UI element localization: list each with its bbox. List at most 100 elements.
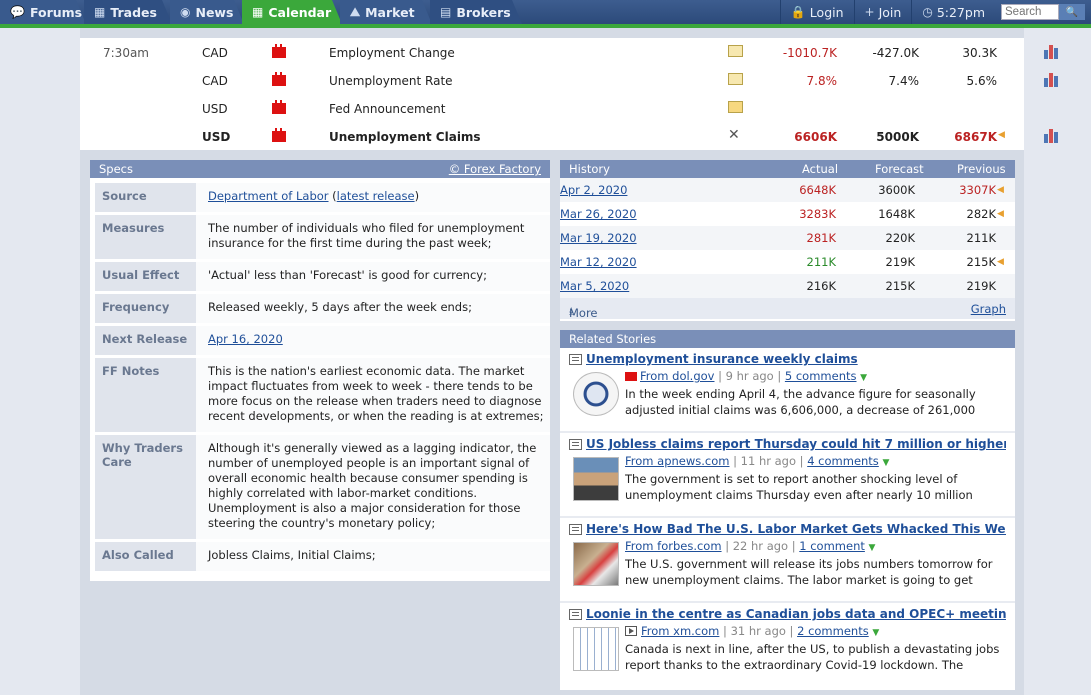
tab-trades[interactable]: ▦ Trades <box>84 0 172 24</box>
event-row[interactable]: CAD Unemployment Rate 7.8% 7.4% 5.6% <box>80 66 1058 94</box>
history-previous: 219K <box>966 279 997 293</box>
spec-label: Measures <box>95 215 196 259</box>
tab-calendar[interactable]: ▦ Calendar <box>242 0 342 24</box>
history-date-link[interactable]: Mar 5, 2020 <box>560 279 629 293</box>
spec-value: The number of individuals who filed for … <box>196 215 550 259</box>
story-title-link[interactable]: Here's How Bad The U.S. Labor Market Get… <box>586 522 1006 536</box>
history-forecast: 215K <box>885 279 916 293</box>
more-label: More <box>569 306 598 320</box>
next-release-link[interactable]: Apr 16, 2020 <box>208 332 283 346</box>
story-title-link[interactable]: US Jobless claims report Thursday could … <box>586 437 1006 451</box>
join-link[interactable]: + Join <box>853 0 912 24</box>
add-user-icon: + <box>864 5 875 19</box>
event-forecast: 5000K <box>876 130 919 144</box>
history-actual: 281K <box>806 231 837 245</box>
history-actual: 216K <box>806 279 837 293</box>
story-thumbnail[interactable] <box>573 542 619 586</box>
comment-expand-icon[interactable]: ▼ <box>872 628 879 638</box>
specs-panel: Specs © Forex Factory Source Department … <box>90 160 550 581</box>
comment-expand-icon[interactable]: ▼ <box>860 373 867 383</box>
article-icon <box>569 354 582 365</box>
story-item: US Jobless claims report Thursday could … <box>560 433 1015 518</box>
history-previous: 211K <box>966 231 997 245</box>
spec-row: Why Traders Care Although it's generally… <box>95 435 550 542</box>
event-previous: 6867K <box>954 130 997 144</box>
search-button[interactable]: 🔍 <box>1059 4 1085 20</box>
chart-icon[interactable] <box>1044 45 1060 59</box>
story-source-link[interactable]: From forbes.com <box>625 539 722 553</box>
article-icon <box>569 609 582 620</box>
spec-label: Next Release <box>95 326 196 355</box>
story-comments-link[interactable]: 1 comment <box>799 539 865 553</box>
chart-icon[interactable] <box>1044 129 1060 143</box>
login-label: Login <box>809 4 844 20</box>
event-row-selected[interactable]: USD Unemployment Claims ✕ 6606K 5000K 68… <box>80 122 1058 150</box>
event-row[interactable]: 7:30am CAD Employment Change -1010.7K -4… <box>80 38 1058 66</box>
history-date-link[interactable]: Mar 19, 2020 <box>560 231 637 245</box>
forums-icon: 💬 <box>10 5 25 19</box>
history-forecast: 3600K <box>878 183 915 197</box>
event-name: Unemployment Rate <box>329 74 453 88</box>
event-previous: 30.3K <box>962 46 997 60</box>
calendar-icon: ▦ <box>252 5 264 19</box>
col-forecast: Forecast <box>875 162 924 176</box>
lock-icon: 🔒 <box>790 5 806 19</box>
specs-header: Specs © Forex Factory <box>90 160 550 178</box>
spec-row: Also Called Jobless Claims, Initial Clai… <box>95 542 550 574</box>
tab-brokers[interactable]: ▤ Brokers <box>430 0 522 24</box>
story-source-link[interactable]: From xm.com <box>641 624 719 638</box>
event-row[interactable]: USD Fed Announcement <box>80 94 1024 122</box>
revised-arrow-icon: ◀ <box>997 185 1004 195</box>
col-previous: Previous <box>957 162 1006 176</box>
story-comments-link[interactable]: 2 comments <box>797 624 869 638</box>
story-title-link[interactable]: Loonie in the centre as Canadian jobs da… <box>586 607 1006 621</box>
chart-icon[interactable] <box>1044 73 1060 87</box>
clock-icon: ◷ <box>922 5 933 19</box>
story-thumbnail[interactable] <box>573 627 619 671</box>
forex-factory-link[interactable]: © Forex Factory <box>449 162 541 176</box>
impact-high-icon <box>625 372 637 381</box>
history-forecast: 220K <box>885 231 916 245</box>
story-age: 31 hr ago <box>730 624 786 638</box>
history-title: History <box>569 162 610 176</box>
market-icon: ⛰ <box>350 4 361 19</box>
story-comments-link[interactable]: 4 comments <box>807 454 879 468</box>
spec-value: Department of Labor (latest release) <box>196 183 550 212</box>
history-date-link[interactable]: Mar 12, 2020 <box>560 255 637 269</box>
related-title: Related Stories <box>569 332 657 346</box>
tab-forums[interactable]: 💬 Forums <box>0 0 86 24</box>
story-comments-link[interactable]: 5 comments <box>785 369 857 383</box>
story-source-link[interactable]: From dol.gov <box>640 369 714 383</box>
history-panel: History Actual Forecast Previous Apr 2, … <box>560 160 1015 321</box>
story-thumbnail[interactable] <box>573 457 619 501</box>
clock-display[interactable]: ◷ 5:27pm <box>911 0 995 24</box>
event-name: Employment Change <box>329 46 455 60</box>
graph-link[interactable]: Graph <box>971 302 1006 316</box>
story-source-link[interactable]: From apnews.com <box>625 454 729 468</box>
history-date-link[interactable]: Mar 26, 2020 <box>560 207 637 221</box>
folder-new-icon[interactable] <box>728 101 743 113</box>
clock-time: 5:27pm <box>936 4 985 20</box>
login-link[interactable]: 🔒 Login <box>779 0 854 24</box>
impact-high-icon <box>272 100 286 114</box>
revised-arrow-icon: ◀ <box>997 209 1004 219</box>
spec-row: Usual Effect 'Actual' less than 'Forecas… <box>95 262 550 294</box>
story-age: 11 hr ago <box>740 454 797 468</box>
comment-expand-icon[interactable]: ▼ <box>882 458 889 468</box>
tab-news[interactable]: ◉ News <box>170 0 244 24</box>
tab-market[interactable]: ⛰ Market <box>340 0 432 24</box>
latest-release-link[interactable]: latest release <box>337 189 415 203</box>
story-snippet: In the week ending April 4, the advance … <box>625 387 976 417</box>
story-snippet: Canada is next in line, after the US, to… <box>625 642 1000 672</box>
search-input[interactable] <box>1001 4 1059 20</box>
story-title-link[interactable]: Unemployment insurance weekly claims <box>586 352 1006 366</box>
event-currency: USD <box>202 102 228 116</box>
source-link[interactable]: Department of Labor <box>208 189 329 203</box>
spec-row: Frequency Released weekly, 5 days after … <box>95 294 550 326</box>
history-date-link[interactable]: Apr 2, 2020 <box>560 183 627 197</box>
event-name: Fed Announcement <box>329 102 446 116</box>
tab-brokers-label: Brokers <box>456 4 511 20</box>
comment-expand-icon[interactable]: ▼ <box>869 543 876 553</box>
tab-trades-label: Trades <box>110 4 157 20</box>
story-thumbnail[interactable] <box>573 372 619 416</box>
